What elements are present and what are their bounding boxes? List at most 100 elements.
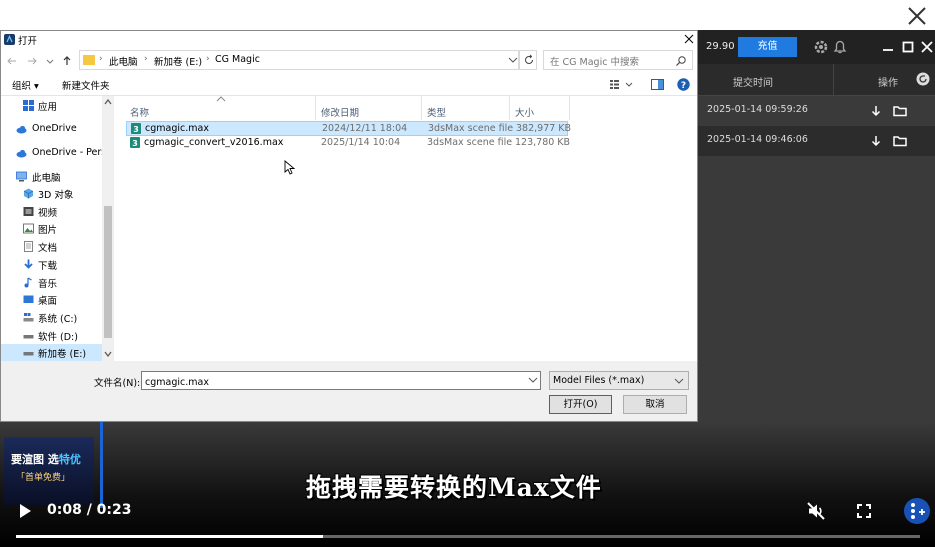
mute-icon[interactable] (806, 501, 826, 521)
filetype-value: Model Files (*.max) (553, 375, 645, 386)
search-placeholder: 在 CG Magic 中搜索 (550, 57, 639, 68)
search-input[interactable]: 在 CG Magic 中搜索 (543, 50, 693, 70)
folder-open-icon[interactable] (892, 103, 908, 119)
nav-item-desktop[interactable]: 桌面 (1, 291, 104, 308)
filename-input[interactable] (141, 371, 541, 390)
nav-item-drive-c[interactable]: 系统 (C:) (1, 309, 104, 326)
scroll-up-arrow-icon[interactable] (104, 98, 112, 106)
nav-item-pictures[interactable]: 图片 (1, 220, 104, 237)
nav-item-label: 软件 (D:) (38, 332, 78, 343)
action-header: 操作 (878, 78, 898, 89)
breadcrumb-item[interactable]: 新加卷 (E:) (154, 54, 202, 68)
nav-item-documents[interactable]: 文档 (1, 238, 104, 255)
folder-open-icon[interactable] (892, 133, 908, 149)
nav-item-music[interactable]: 音乐 (1, 274, 104, 291)
nav-item-drive-e[interactable]: 新加卷 (E:) (1, 344, 104, 361)
download-icon[interactable] (868, 103, 884, 119)
task-table-header: 提交时间 操作 (698, 64, 935, 96)
file-date: 2024/12/11 18:04 (322, 123, 408, 134)
nav-item-videos[interactable]: 视频 (1, 203, 104, 220)
new-folder-button[interactable]: 新建文件夹 (62, 78, 110, 92)
column-divider[interactable] (569, 96, 570, 120)
task-row[interactable]: 2025-01-14 09:46:06 (698, 126, 935, 156)
back-arrow-icon[interactable] (6, 55, 18, 67)
filename-dropdown-icon[interactable] (528, 376, 538, 384)
nav-item-label: 桌面 (38, 296, 58, 307)
drive-icon (23, 352, 34, 356)
background-app-topbar: 29.90 充值 (698, 30, 935, 64)
column-header-name[interactable]: 名称 (130, 105, 149, 119)
column-header-type[interactable]: 类型 (427, 105, 446, 119)
scroll-down-arrow-icon[interactable] (104, 350, 112, 358)
background-app-panel: 29.90 充值 提交时间 操作 2025-01-14 09:59:26 202… (698, 30, 935, 422)
scrollbar-thumb[interactable] (104, 206, 112, 338)
address-bar[interactable]: › 此电脑 › 新加卷 (E:) › CG Magic (79, 50, 519, 70)
accent-bar (100, 422, 103, 508)
column-header-size[interactable]: 大小 (515, 105, 534, 119)
fullscreen-icon[interactable] (854, 501, 874, 521)
bell-icon[interactable] (831, 38, 849, 56)
preview-pane-icon[interactable] (651, 78, 664, 91)
nav-item-onedrive[interactable]: OneDrive (1, 121, 104, 138)
view-options-icon[interactable] (609, 78, 633, 91)
more-options-icon[interactable] (903, 497, 931, 525)
promo-banner[interactable]: 要渲图 选特优 「首单免费」 (4, 437, 94, 505)
nav-item-this-pc[interactable]: 此电脑 (1, 168, 104, 185)
nav-item-label: 音乐 (38, 279, 58, 290)
refresh-icon[interactable] (916, 72, 930, 86)
top-strip (0, 0, 935, 30)
video-progress-bar[interactable] (16, 535, 920, 538)
column-divider[interactable] (509, 96, 510, 120)
file-row[interactable]: 3 cgmagic_convert_v2016.max 2025/1/14 10… (126, 136, 570, 151)
download-icon[interactable] (868, 133, 884, 149)
picture-icon (23, 223, 34, 234)
nav-item-downloads[interactable]: 下载 (1, 256, 104, 273)
cube-icon (23, 188, 34, 199)
maximize-icon[interactable] (899, 38, 917, 56)
video-icon (23, 207, 34, 216)
open-button[interactable]: 打开(O) (549, 395, 612, 414)
play-icon[interactable] (16, 502, 34, 520)
breadcrumb-chevron: › (99, 54, 103, 64)
nav-item-label: 此电脑 (32, 173, 61, 184)
column-divider[interactable] (421, 96, 422, 120)
nav-scrollbar[interactable] (102, 96, 114, 361)
filename-label: 文件名(N): (94, 378, 141, 389)
refresh-icon (525, 54, 533, 64)
filetype-select[interactable]: Model Files (*.max) (549, 371, 689, 390)
gear-icon[interactable] (812, 38, 830, 56)
column-divider[interactable] (315, 96, 316, 120)
nav-item-label: OneDrive - Perso (32, 147, 104, 158)
recharge-button[interactable]: 充值 (738, 37, 797, 57)
nav-item-label: 下载 (38, 261, 58, 272)
close-icon[interactable] (904, 3, 930, 29)
forward-arrow-icon[interactable] (26, 55, 38, 67)
file-row[interactable]: 3 cgmagic.max 2024/12/11 18:04 3dsMax sc… (126, 121, 571, 136)
search-icon[interactable] (675, 55, 687, 67)
help-icon[interactable]: ? (677, 78, 690, 91)
nav-item-label: 系统 (C:) (38, 314, 78, 325)
nav-item-drive-d[interactable]: 软件 (D:) (1, 327, 104, 344)
open-file-dialog: 打开 › 此电脑 › 新加卷 (E:) › CG Magic 在 CG Magi… (0, 30, 698, 422)
chevron-down-icon[interactable] (44, 55, 56, 67)
minimize-icon[interactable] (879, 38, 897, 56)
nav-item-label: 视频 (38, 208, 58, 219)
refresh-button[interactable] (519, 50, 537, 70)
file-name: cgmagic.max (145, 123, 209, 134)
cancel-button[interactable]: 取消 (623, 395, 687, 414)
address-dropdown-icon[interactable] (508, 56, 518, 64)
task-row[interactable]: 2025-01-14 09:59:26 (698, 96, 935, 126)
nav-item-apps[interactable]: 应用 (1, 97, 104, 114)
nav-item-3d-objects[interactable]: 3D 对象 (1, 185, 104, 202)
breadcrumb-item[interactable]: CG Magic (215, 54, 260, 65)
sort-ascending-icon (216, 96, 226, 102)
column-header-date[interactable]: 修改日期 (321, 105, 359, 119)
up-arrow-icon[interactable] (61, 55, 73, 67)
nav-item-onedrive-personal[interactable]: OneDrive - Perso (1, 145, 104, 162)
dialog-close-icon[interactable] (683, 33, 695, 45)
navigation-bar: › 此电脑 › 新加卷 (E:) › CG Magic 在 CG Magic 中… (1, 48, 697, 74)
close-app-icon[interactable] (918, 38, 935, 56)
promo-text: 要渲图 选 (11, 453, 59, 466)
organize-button[interactable]: 组织 ▾ (12, 78, 39, 92)
breadcrumb-item[interactable]: 此电脑 (109, 54, 138, 68)
